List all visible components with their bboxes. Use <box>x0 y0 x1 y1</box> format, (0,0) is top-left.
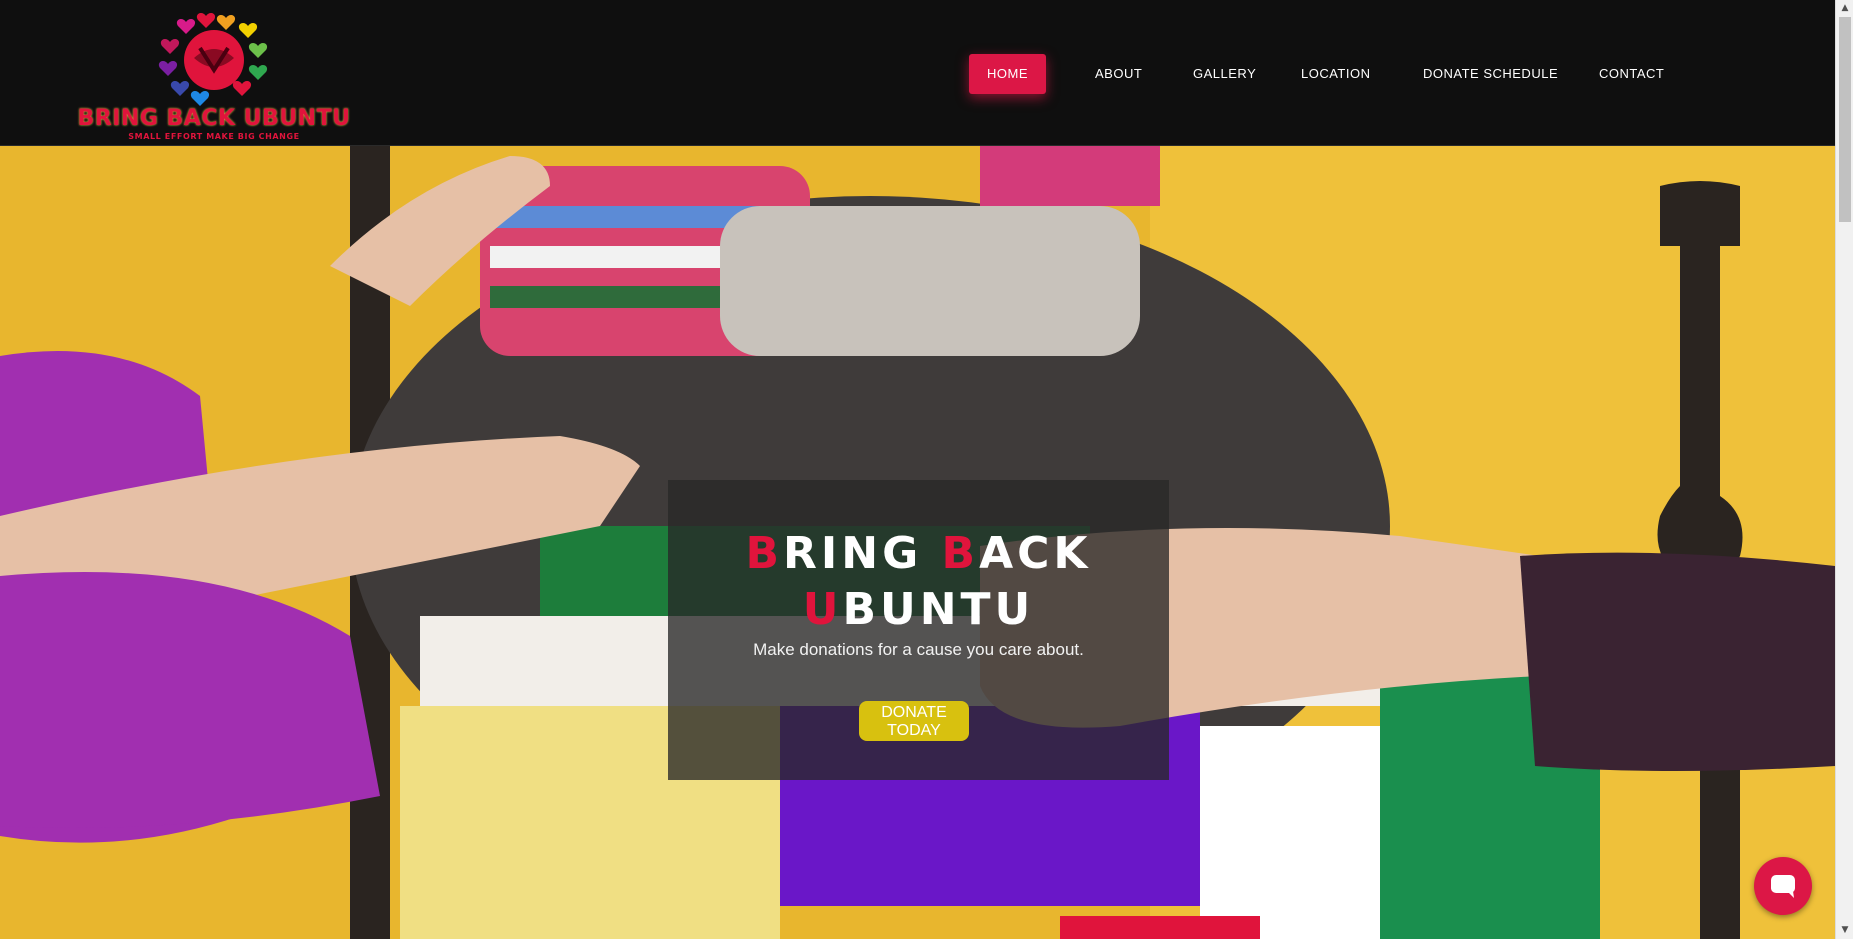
scroll-down-arrow-icon[interactable]: ▼ <box>1836 922 1853 939</box>
nav-location[interactable]: LOCATION <box>1283 54 1389 94</box>
hero-title-cap-3: U <box>802 584 843 635</box>
scrollbar-thumb[interactable] <box>1839 17 1851 222</box>
donate-button-line-2: TODAY <box>887 722 941 739</box>
hero-overlay-card: BRING BACK UBUNTU Make donations for a c… <box>668 480 1169 780</box>
hero-subtitle: Make donations for a cause you care abou… <box>753 640 1084 659</box>
logo-hearts-icon <box>158 13 268 106</box>
hero-title-word-2: ACK <box>979 528 1092 579</box>
nav-about[interactable]: ABOUT <box>1077 54 1160 94</box>
hero-title: BRING BACK UBUNTU <box>668 526 1169 638</box>
scroll-up-arrow-icon[interactable]: ▲ <box>1836 0 1853 17</box>
chat-button[interactable] <box>1754 857 1812 915</box>
hero-section: BRING BACK UBUNTU Make donations for a c… <box>0 146 1835 939</box>
hero-title-cap-2: B <box>941 528 980 579</box>
nav-contact[interactable]: CONTACT <box>1581 54 1682 94</box>
brand-logo[interactable]: BRING BACK UBUNTU SMALL EFFORT MAKE BIG … <box>76 8 352 143</box>
nav-donate-schedule[interactable]: DONATE SCHEDULE <box>1405 54 1576 94</box>
brand-name: BRING BACK UBUNTU <box>77 106 351 131</box>
page-scrollbar[interactable]: ▲ ▼ <box>1835 0 1853 939</box>
hero-title-cap-1: B <box>745 528 783 579</box>
site-header: BRING BACK UBUNTU SMALL EFFORT MAKE BIG … <box>0 0 1835 146</box>
hero-title-word-1: RING <box>783 528 923 579</box>
donate-today-button[interactable]: DONATE TODAY <box>859 701 969 741</box>
page: BRING BACK UBUNTU SMALL EFFORT MAKE BIG … <box>0 0 1853 939</box>
nav-gallery[interactable]: GALLERY <box>1175 54 1274 94</box>
chat-bubble-icon <box>1771 875 1795 898</box>
hero-title-word-3: BUNTU <box>842 584 1035 635</box>
nav-home[interactable]: HOME <box>969 54 1046 94</box>
donate-button-line-1: DONATE <box>881 704 947 721</box>
brand-tagline: SMALL EFFORT MAKE BIG CHANGE <box>128 132 300 141</box>
